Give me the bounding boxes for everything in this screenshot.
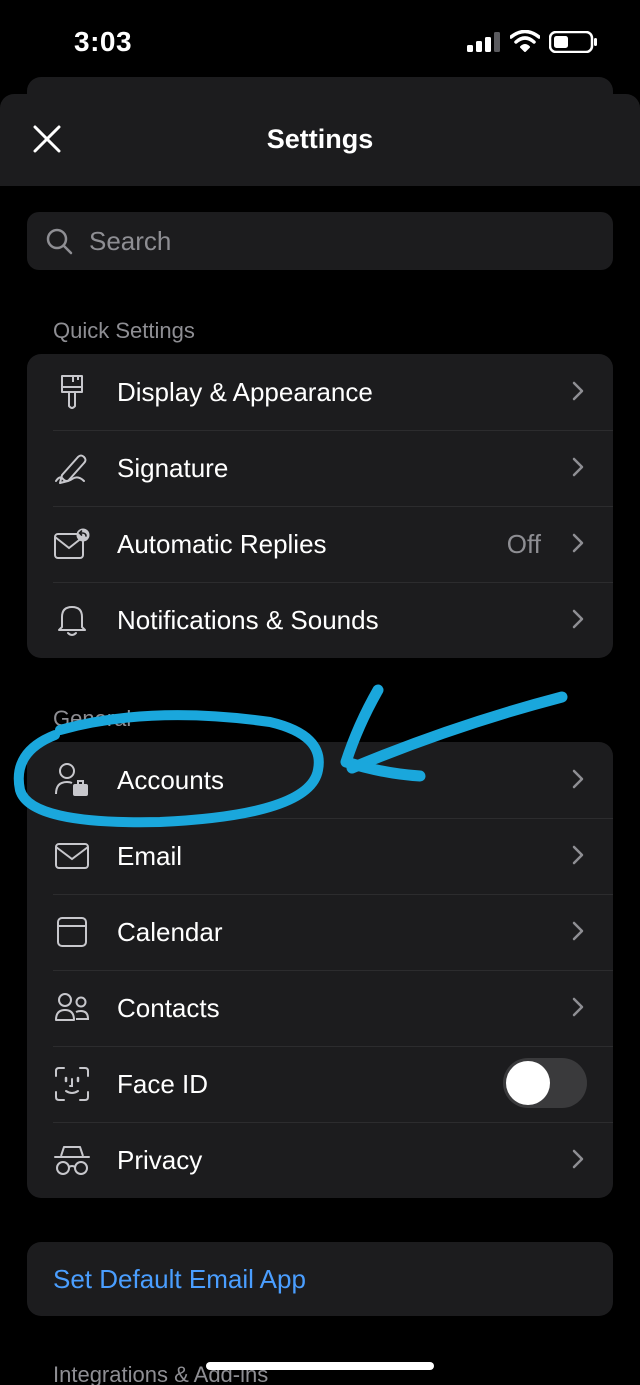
cellular-signal-icon xyxy=(467,32,500,52)
row-label: Display & Appearance xyxy=(117,376,373,407)
row-label: Email xyxy=(117,840,183,871)
row-label: Accounts xyxy=(117,764,224,795)
status-time: 3:03 xyxy=(74,26,133,57)
general-group: Accounts Email Calendar Contacts Face ID… xyxy=(27,742,613,1198)
row-label: Automatic Replies xyxy=(117,528,327,559)
row-label: Calendar xyxy=(117,916,223,947)
row-label: Privacy xyxy=(117,1144,203,1175)
row-privacy[interactable]: Privacy xyxy=(27,1122,613,1198)
row-label: Notifications & Sounds xyxy=(117,604,379,635)
row-display-appearance[interactable]: Display & Appearance xyxy=(27,354,613,430)
toggle-knob xyxy=(506,1061,550,1105)
chevron-right-icon xyxy=(572,769,584,789)
account-briefcase-icon xyxy=(53,761,91,799)
row-calendar[interactable]: Calendar xyxy=(27,894,613,970)
status-bar: 3:03 xyxy=(0,0,640,80)
chevron-right-icon xyxy=(572,1149,584,1169)
search-bar[interactable] xyxy=(27,212,613,270)
row-face-id[interactable]: Face ID xyxy=(27,1046,613,1122)
quick-settings-group: Display & Appearance Signature Automatic… xyxy=(27,354,613,658)
row-accounts[interactable]: Accounts xyxy=(27,742,613,818)
wifi-icon xyxy=(510,30,540,52)
bell-icon xyxy=(53,601,91,639)
row-label: Contacts xyxy=(117,992,220,1023)
section-label-general: General xyxy=(53,706,132,731)
set-default-email-app-label: Set Default Email App xyxy=(53,1263,306,1294)
row-notifications-sounds[interactable]: Notifications & Sounds xyxy=(27,582,613,658)
mail-reply-icon xyxy=(53,525,91,563)
face-id-toggle[interactable] xyxy=(503,1058,587,1108)
row-label: Face ID xyxy=(117,1068,209,1099)
chevron-right-icon xyxy=(572,609,584,629)
calendar-icon xyxy=(53,913,91,951)
row-signature[interactable]: Signature xyxy=(27,430,613,506)
privacy-spy-icon xyxy=(53,1141,91,1179)
row-label: Signature xyxy=(117,452,229,483)
settings-screen: 3:03 Settings Search Quick Settings Disp… xyxy=(0,0,640,1385)
chevron-right-icon xyxy=(572,997,584,1017)
signature-pen-icon xyxy=(53,449,91,487)
page-title: Settings xyxy=(266,124,374,154)
row-email[interactable]: Email xyxy=(27,818,613,894)
chevron-right-icon xyxy=(572,533,584,553)
battery-icon xyxy=(549,31,597,53)
section-label-quick-settings: Quick Settings xyxy=(53,318,195,343)
search-icon xyxy=(46,228,73,255)
chevron-right-icon xyxy=(572,457,584,477)
chevron-right-icon xyxy=(572,921,584,941)
chevron-right-icon xyxy=(572,381,584,401)
paint-brush-icon xyxy=(53,373,91,411)
automatic-replies-status: Off xyxy=(506,528,541,559)
row-automatic-replies[interactable]: Automatic Replies Off xyxy=(27,506,613,582)
contacts-icon xyxy=(53,989,91,1027)
face-id-icon xyxy=(53,1065,91,1103)
chevron-right-icon xyxy=(572,845,584,865)
row-contacts[interactable]: Contacts xyxy=(27,970,613,1046)
home-indicator xyxy=(206,1362,434,1370)
search-input[interactable] xyxy=(89,225,569,257)
set-default-email-app-button[interactable]: Set Default Email App xyxy=(27,1242,613,1316)
settings-header: Settings xyxy=(0,94,640,186)
envelope-icon xyxy=(53,837,91,875)
